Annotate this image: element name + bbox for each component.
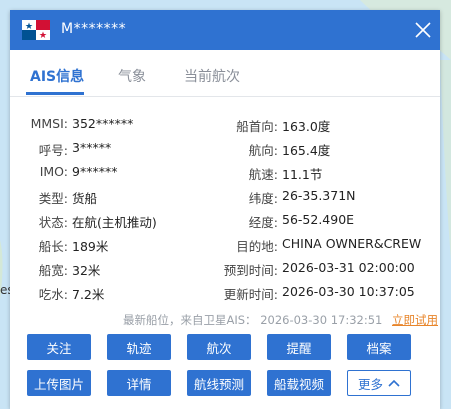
panama-flag-icon	[22, 20, 50, 40]
notice-text: 最新船位，来自卫星AIS：	[122, 313, 257, 327]
reminder-button[interactable]: 提醒	[267, 334, 331, 360]
info-value: 2026-03-30 10:37:05	[282, 284, 415, 299]
archive-button[interactable]: 档案	[347, 334, 411, 360]
chevron-up-icon	[388, 379, 400, 387]
info-label: 预到时间:	[223, 263, 278, 278]
info-label: 经度:	[248, 215, 278, 230]
onboard-video-button[interactable]: 船载视频	[267, 370, 331, 396]
info-value: 56-52.490E	[282, 212, 355, 227]
info-label: 航速:	[248, 167, 278, 182]
info-value: 26-35.371N	[282, 188, 356, 203]
info-label: 状态:	[38, 215, 68, 230]
tab-bar: AIS信息 气象 当前航次	[10, 50, 440, 97]
info-label: IMO:	[39, 164, 68, 179]
info-label: 呼号:	[38, 143, 68, 158]
info-value: 165.4度	[282, 143, 331, 158]
info-value: 9******	[72, 164, 118, 179]
info-value: 163.0度	[282, 119, 331, 134]
tab-weather[interactable]: 气象	[118, 66, 146, 86]
info-value: 189米	[72, 239, 109, 254]
follow-button[interactable]: 关注	[27, 334, 91, 360]
upload-photo-button[interactable]: 上传图片	[27, 370, 91, 396]
info-value: 11.1节	[282, 167, 323, 182]
info-label: 类型:	[38, 191, 68, 206]
info-label: 航向:	[248, 143, 278, 158]
tab-ais-info[interactable]: AIS信息	[30, 66, 84, 86]
ship-name: M*******	[61, 21, 127, 37]
info-value: 货船	[72, 191, 98, 206]
info-label: MMSI:	[30, 116, 68, 131]
info-value: 352******	[72, 116, 134, 131]
info-label: 船长:	[38, 239, 68, 254]
info-value: 3*****	[72, 140, 112, 155]
tab-current-voyage[interactable]: 当前航次	[184, 66, 240, 86]
try-now-link[interactable]: 立即试用	[392, 313, 438, 327]
info-label: 船首向:	[236, 119, 278, 134]
satellite-position-notice: 最新船位，来自卫星AIS： 2026-03-30 17:32:51 立即试用	[10, 312, 438, 328]
close-icon[interactable]	[414, 21, 432, 39]
info-label: 目的地:	[236, 239, 278, 254]
track-button[interactable]: 轨迹	[107, 334, 171, 360]
info-label: 纬度:	[248, 191, 278, 206]
active-tab-indicator	[26, 92, 84, 95]
info-value: 在航(主机推动)	[72, 215, 157, 230]
info-value: CHINA OWNER&CREW	[282, 236, 422, 251]
details-button[interactable]: 详情	[107, 370, 171, 396]
more-button[interactable]: 更多	[347, 370, 411, 396]
info-value: 2026-03-31 02:00:00	[282, 260, 415, 275]
panel-header: M*******	[10, 10, 440, 50]
more-button-label: 更多	[357, 376, 383, 392]
ship-info-panel: M******* AIS信息 气象 当前航次 MMSI: 352****** 呼…	[10, 10, 440, 409]
ais-info-section: MMSI: 352****** 呼号: 3***** IMO: 9****** …	[10, 97, 440, 302]
notice-time: 2026-03-30 17:32:51	[260, 313, 383, 327]
info-value: 32米	[72, 263, 101, 278]
info-label: 吃水:	[38, 287, 68, 302]
voyage-button[interactable]: 航次	[187, 334, 251, 360]
info-label: 更新时间:	[223, 287, 278, 302]
route-prediction-button[interactable]: 航线预测	[187, 370, 251, 396]
info-value: 7.2米	[72, 287, 105, 302]
info-label: 船宽:	[38, 263, 68, 278]
